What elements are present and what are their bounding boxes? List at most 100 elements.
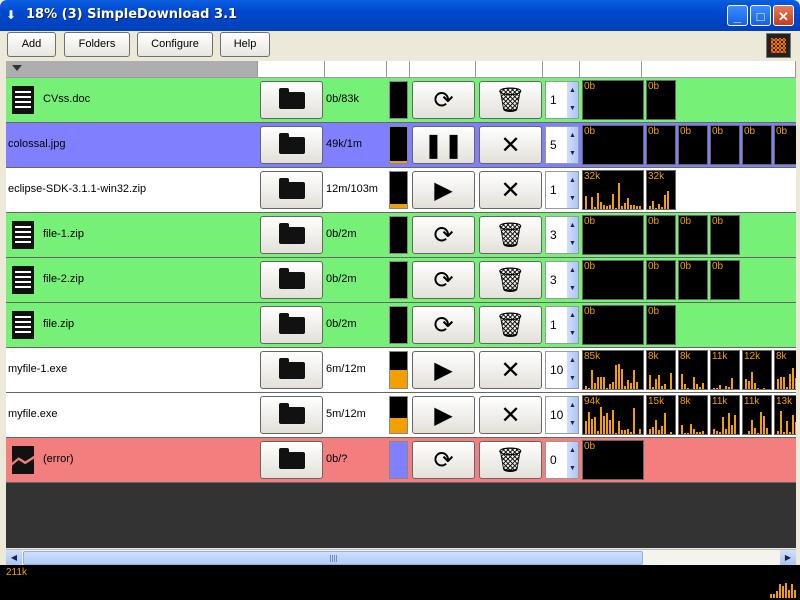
trash-button[interactable]: 🗑: [479, 306, 542, 344]
increment-icon[interactable]: ▲: [567, 172, 578, 190]
cancel-button[interactable]: ✕: [479, 171, 542, 209]
open-folder-button[interactable]: [260, 441, 323, 479]
increment-icon[interactable]: ▲: [567, 262, 578, 280]
table-row[interactable]: myfile-1.exe 6m/12m ▶ ✕ 10 ▲ ▼ 85k 8k 8k 11k 12k 8k: [6, 348, 796, 393]
speed-label: 0b: [744, 126, 756, 137]
cancel-icon: ✕: [500, 131, 521, 159]
connections-stepper[interactable]: 3 ▲ ▼: [545, 261, 579, 299]
scroll-left-icon[interactable]: ◀: [6, 550, 22, 566]
play-button[interactable]: ▶: [412, 351, 475, 389]
cancel-button[interactable]: ✕: [479, 396, 542, 434]
help-button[interactable]: Help: [220, 32, 270, 57]
progress-bar: [389, 441, 408, 479]
refresh-button[interactable]: ⟳: [412, 306, 475, 344]
decrement-icon[interactable]: ▼: [567, 100, 578, 118]
refresh-button[interactable]: ⟳: [412, 216, 475, 254]
horizontal-scrollbar[interactable]: ◀ ▶: [6, 549, 796, 566]
add-button[interactable]: Add: [7, 32, 56, 57]
column-header-control[interactable]: [476, 61, 543, 77]
minimize-button[interactable]: _: [727, 5, 748, 26]
decrement-icon[interactable]: ▼: [567, 460, 578, 478]
connections-stepper[interactable]: 1 ▲ ▼: [545, 171, 579, 209]
column-header-connections[interactable]: [543, 61, 580, 77]
decrement-icon[interactable]: ▼: [567, 235, 578, 253]
play-button[interactable]: ▶: [412, 396, 475, 434]
speed-label: 0b: [712, 261, 724, 272]
column-header-size[interactable]: [325, 61, 387, 77]
increment-icon[interactable]: ▲: [567, 217, 578, 235]
maximize-button[interactable]: □: [750, 5, 771, 26]
increment-icon[interactable]: ▲: [567, 127, 578, 145]
connections-stepper[interactable]: 3 ▲ ▼: [545, 216, 579, 254]
column-header-name[interactable]: [6, 61, 258, 77]
increment-icon[interactable]: ▲: [567, 397, 578, 415]
open-folder-button[interactable]: [260, 306, 323, 344]
table-row[interactable]: file-2.zip 0b/2m ⟳ 🗑 3 ▲ ▼ 0b 0b 0b 0b: [6, 258, 796, 303]
open-folder-button[interactable]: [260, 126, 323, 164]
cancel-button[interactable]: ✕: [479, 351, 542, 389]
decrement-icon[interactable]: ▼: [567, 280, 578, 298]
table-row[interactable]: colossal.jpg 49k/1m ❚❚ ✕ 5 ▲ ▼ 0b 0b 0b 0b 0b 0b: [6, 123, 796, 168]
increment-icon[interactable]: ▲: [567, 352, 578, 370]
connections-stepper[interactable]: 5 ▲ ▼: [545, 126, 579, 164]
increment-icon[interactable]: ▲: [567, 307, 578, 325]
speed-label: 0b: [776, 126, 788, 137]
table-row[interactable]: eclipse-SDK-3.1.1-win32.zip 12m/103m ▶ ✕ 1 ▲ ▼…: [6, 168, 796, 213]
table-row[interactable]: myfile.exe 5m/12m ▶ ✕ 10 ▲ ▼ 94k 15k 8k 11k 11k 13k: [6, 393, 796, 438]
open-folder-button[interactable]: [260, 81, 323, 119]
open-folder-button[interactable]: [260, 216, 323, 254]
file-size: 0b/2m: [326, 273, 357, 285]
speed-graph: 0b: [710, 125, 740, 165]
refresh-button[interactable]: ⟳: [412, 441, 475, 479]
column-header-graph-1[interactable]: [580, 61, 642, 77]
connections-stepper[interactable]: 0 ▲ ▼: [545, 441, 579, 479]
decrement-icon[interactable]: ▼: [567, 415, 578, 433]
connections-stepper[interactable]: 1 ▲ ▼: [545, 81, 579, 119]
connection-count: 1: [550, 318, 557, 332]
file-name: myfile-1.exe: [8, 363, 68, 375]
trash-button[interactable]: 🗑: [479, 216, 542, 254]
open-folder-button[interactable]: [260, 171, 323, 209]
refresh-button[interactable]: ⟳: [412, 81, 475, 119]
speed-label: 0b: [648, 261, 660, 272]
scroll-right-icon[interactable]: ▶: [780, 550, 796, 566]
cancel-icon: ✕: [500, 401, 521, 429]
speed-label: 8k: [680, 396, 691, 407]
open-folder-button[interactable]: [260, 261, 323, 299]
trash-button[interactable]: 🗑: [479, 261, 542, 299]
column-header-progress[interactable]: [387, 61, 410, 77]
refresh-button[interactable]: ⟳: [412, 261, 475, 299]
decrement-icon[interactable]: ▼: [567, 370, 578, 388]
open-folder-button[interactable]: [260, 351, 323, 389]
decrement-icon[interactable]: ▼: [567, 325, 578, 343]
increment-icon[interactable]: ▲: [567, 442, 578, 460]
file-size: 5m/12m: [326, 408, 366, 420]
pause-button[interactable]: ❚❚: [412, 126, 475, 164]
document-icon: [12, 221, 34, 249]
open-folder-button[interactable]: [260, 396, 323, 434]
trash-button[interactable]: 🗑: [479, 81, 542, 119]
table-row[interactable]: (error) 0b/? ⟳ 🗑 0 ▲ ▼ 0b: [6, 438, 796, 483]
increment-icon[interactable]: ▲: [567, 82, 578, 100]
decrement-icon[interactable]: ▼: [567, 145, 578, 163]
column-header-graph-2[interactable]: [642, 61, 796, 77]
column-header-action[interactable]: [410, 61, 476, 77]
table-row[interactable]: file.zip 0b/2m ⟳ 🗑 1 ▲ ▼ 0b 0b: [6, 303, 796, 348]
connections-stepper[interactable]: 10 ▲ ▼: [545, 351, 579, 389]
speed-graph: 0b: [774, 125, 796, 165]
decrement-icon[interactable]: ▼: [567, 190, 578, 208]
scroll-thumb[interactable]: [23, 551, 643, 565]
folder-icon: [279, 448, 305, 469]
folders-button[interactable]: Folders: [64, 32, 130, 57]
grid-view-button[interactable]: [766, 33, 791, 58]
cancel-button[interactable]: ✕: [479, 126, 542, 164]
play-button[interactable]: ▶: [412, 171, 475, 209]
table-row[interactable]: file-1.zip 0b/2m ⟳ 🗑 3 ▲ ▼ 0b 0b 0b 0b: [6, 213, 796, 258]
connections-stepper[interactable]: 10 ▲ ▼: [545, 396, 579, 434]
close-button[interactable]: ✕: [773, 5, 794, 26]
trash-button[interactable]: 🗑: [479, 441, 542, 479]
connections-stepper[interactable]: 1 ▲ ▼: [545, 306, 579, 344]
configure-button[interactable]: Configure: [137, 32, 213, 57]
table-row[interactable]: CVss.doc 0b/83k ⟳ 🗑 1 ▲ ▼ 0b 0b: [6, 78, 796, 123]
column-header-folder[interactable]: [258, 61, 325, 77]
